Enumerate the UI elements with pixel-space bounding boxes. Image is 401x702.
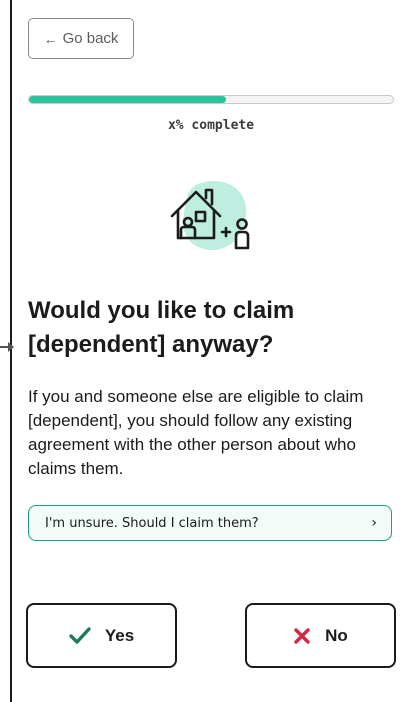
no-label: No	[325, 625, 348, 645]
go-back-label: Go back	[62, 30, 119, 47]
progress-bar-fill	[29, 96, 226, 103]
yes-button[interactable]: Yes	[26, 603, 177, 668]
question-body-text: If you and someone else are eligible to …	[28, 387, 364, 478]
checkmark-icon	[69, 626, 91, 645]
chevron-right-icon: ›	[371, 515, 377, 531]
no-button[interactable]: No	[245, 603, 396, 668]
left-arrow-icon: ←	[43, 30, 58, 47]
yes-label: Yes	[104, 625, 135, 645]
x-icon	[293, 627, 311, 645]
go-back-button[interactable]: ← Go back	[28, 18, 134, 59]
flow-connector-arrow-icon	[0, 342, 14, 352]
question-heading: Would you like to claim [dependent] anyw…	[28, 297, 295, 358]
unsure-help-button[interactable]: I'm unsure. Should I claim them? ›	[28, 505, 392, 541]
progress-text: x% complete	[167, 118, 255, 133]
unsure-help-label: I'm unsure. Should I claim them?	[45, 515, 259, 531]
progress-bar	[28, 95, 394, 104]
house-with-dependent-icon	[170, 181, 250, 251]
